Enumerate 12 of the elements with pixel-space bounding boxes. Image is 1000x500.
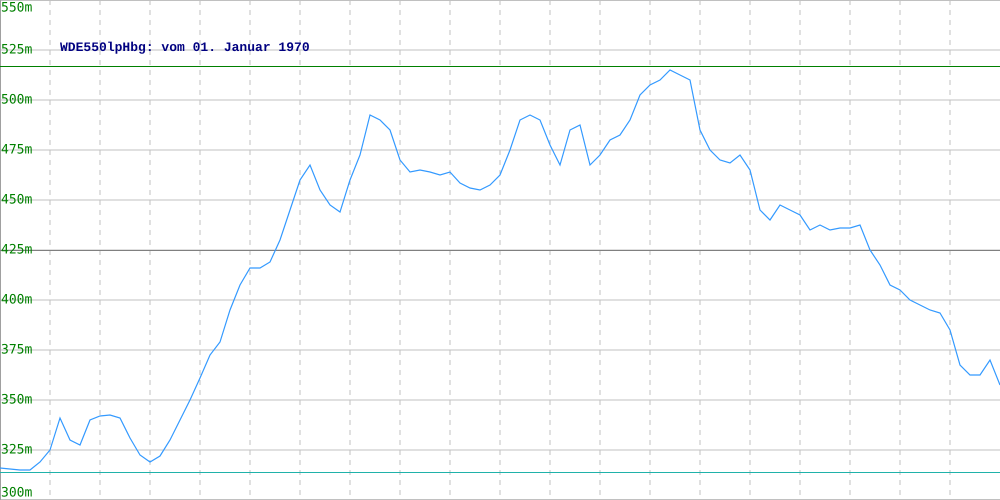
y-axis-label: 450m xyxy=(1,192,32,208)
y-axis-label: 500m xyxy=(1,92,32,108)
y-axis-label: 550m xyxy=(1,0,32,16)
y-axis-label: 325m xyxy=(1,442,32,458)
y-axis-label: 425m xyxy=(1,242,32,258)
chart-title: WDE550lpHbg: vom 01. Januar 1970 xyxy=(60,40,310,56)
y-axis-label: 475m xyxy=(1,142,32,158)
y-axis-label: 525m xyxy=(1,42,32,58)
y-axis-label: 400m xyxy=(1,292,32,308)
y-axis-label: 350m xyxy=(1,392,32,408)
y-axis-label: 300m xyxy=(1,486,32,500)
y-axis-label: 375m xyxy=(1,342,32,358)
